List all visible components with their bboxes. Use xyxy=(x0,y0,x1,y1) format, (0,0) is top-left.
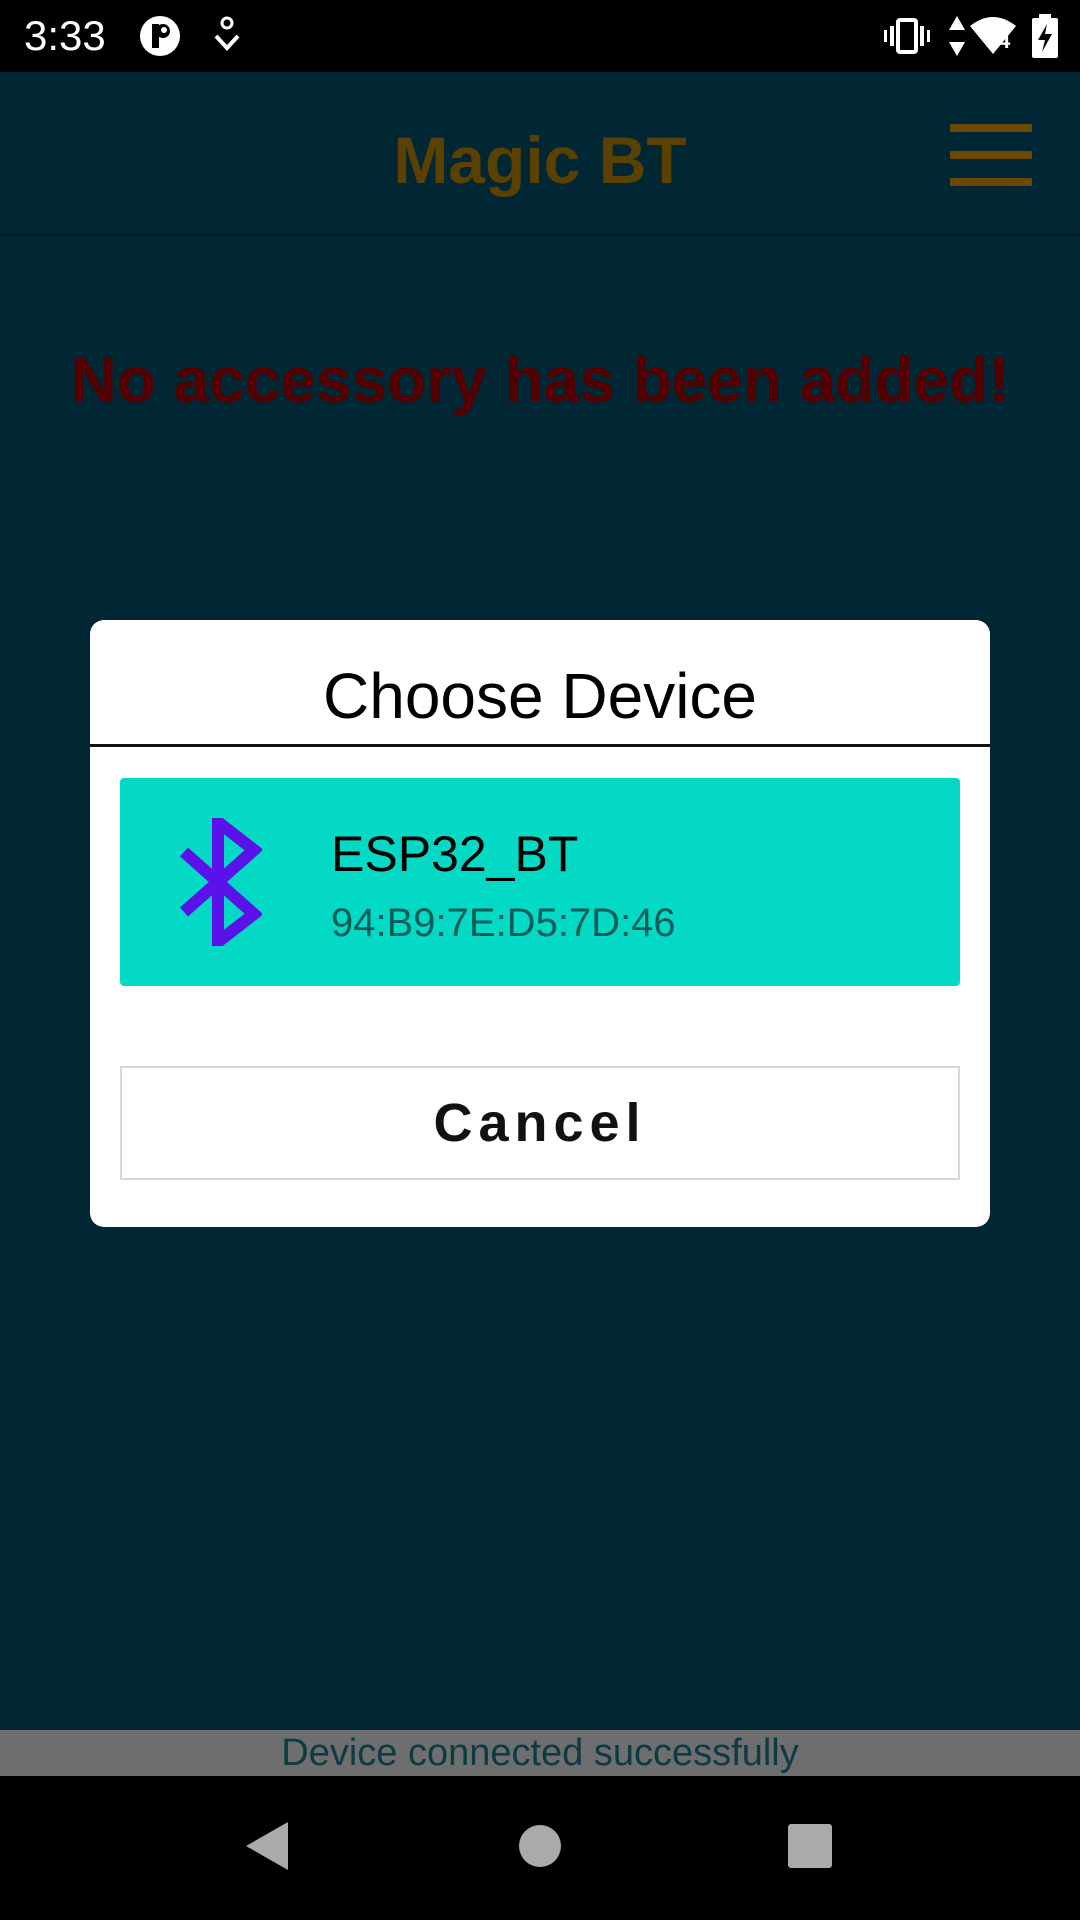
data-arrows-icon xyxy=(948,14,966,63)
back-icon[interactable] xyxy=(244,1820,290,1877)
device-name: ESP32_BT xyxy=(331,826,579,882)
network-type-label: 4 xyxy=(998,28,1011,53)
dialog-divider xyxy=(90,744,990,747)
vibrate-icon xyxy=(884,14,930,63)
navigation-bar xyxy=(0,1776,1080,1920)
connection-toast: Device connected successfully xyxy=(0,1730,1080,1776)
home-icon[interactable] xyxy=(518,1820,562,1877)
empty-accessory-message: No accessory has been added! xyxy=(70,344,1010,416)
choose-device-dialog: Choose Device ESP32_BT 94:B9:7E:D5:7D:46… xyxy=(90,620,990,1227)
download-icon xyxy=(212,14,242,63)
bluetooth-icon xyxy=(178,809,264,955)
status-time: 3:33 xyxy=(24,12,106,59)
wifi-signal-icon: 4 xyxy=(970,14,1016,63)
app-title: Magic BT xyxy=(393,123,687,197)
status-bar: 3:33 4 xyxy=(0,0,1080,72)
device-list-item[interactable]: ESP32_BT 94:B9:7E:D5:7D:46 xyxy=(120,778,960,986)
battery-charging-icon xyxy=(1030,14,1060,63)
app-notification-icon xyxy=(138,14,182,63)
dialog-title: Choose Device xyxy=(323,660,757,732)
app-bar: Magic BT xyxy=(0,72,1080,236)
recents-icon[interactable] xyxy=(786,1820,834,1877)
cancel-button[interactable]: Cancel xyxy=(120,1066,960,1180)
device-address: 94:B9:7E:D5:7D:46 xyxy=(331,901,676,945)
hamburger-menu-icon[interactable] xyxy=(950,124,1036,186)
